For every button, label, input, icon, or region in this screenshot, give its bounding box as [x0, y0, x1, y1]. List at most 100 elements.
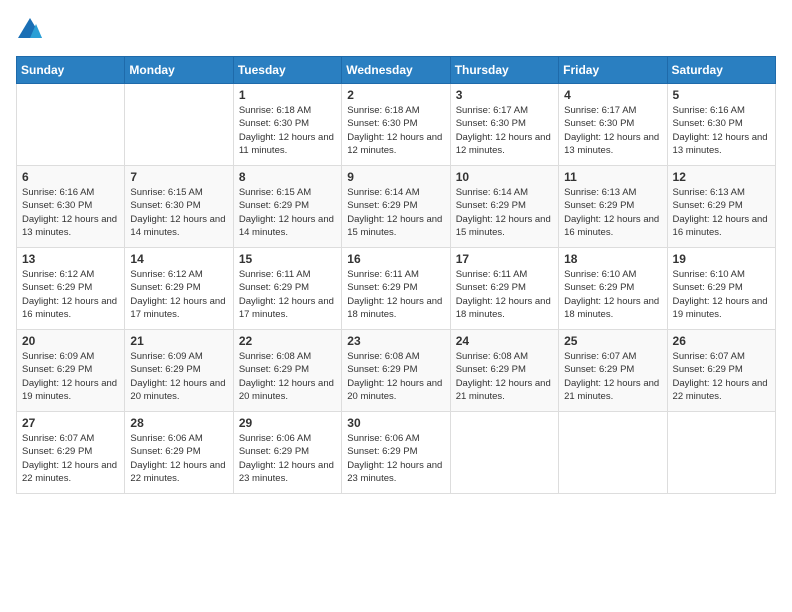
day-info: Sunrise: 6:06 AM Sunset: 6:29 PM Dayligh… — [347, 432, 444, 485]
day-number: 28 — [130, 416, 227, 430]
day-info: Sunrise: 6:07 AM Sunset: 6:29 PM Dayligh… — [22, 432, 119, 485]
day-number: 18 — [564, 252, 661, 266]
logo-icon — [16, 16, 44, 44]
calendar-week-5: 27 Sunrise: 6:07 AM Sunset: 6:29 PM Dayli… — [17, 412, 776, 494]
calendar-cell: 19Sunrise: 6:10 AM Sunset: 6:29 PM Dayli… — [667, 248, 775, 330]
calendar-cell: 4Sunrise: 6:17 AM Sunset: 6:30 PM Daylig… — [559, 84, 667, 166]
calendar-cell: 21 Sunrise: 6:09 AM Sunset: 6:29 PM Dayli… — [125, 330, 233, 412]
day-info: Sunrise: 6:18 AM Sunset: 6:30 PM Dayligh… — [347, 104, 444, 157]
day-number: 3 — [456, 88, 553, 102]
calendar-cell: 2 Sunrise: 6:18 AM Sunset: 6:30 PM Daylig… — [342, 84, 450, 166]
day-number: 11 — [564, 170, 661, 184]
calendar-cell — [125, 84, 233, 166]
day-number: 17 — [456, 252, 553, 266]
column-header-tuesday: Tuesday — [233, 57, 341, 84]
day-number: 6 — [22, 170, 119, 184]
day-info: Sunrise: 6:14 AM Sunset: 6:29 PM Dayligh… — [347, 186, 444, 239]
calendar-cell: 23 Sunrise: 6:08 AM Sunset: 6:29 PM Dayli… — [342, 330, 450, 412]
day-info: Sunrise: 6:11 AM Sunset: 6:29 PM Dayligh… — [239, 268, 336, 321]
day-number: 23 — [347, 334, 444, 348]
day-info: Sunrise: 6:15 AM Sunset: 6:30 PM Dayligh… — [130, 186, 227, 239]
day-number: 10 — [456, 170, 553, 184]
column-header-monday: Monday — [125, 57, 233, 84]
calendar-cell: 3 Sunrise: 6:17 AM Sunset: 6:30 PM Daylig… — [450, 84, 558, 166]
day-info: Sunrise: 6:18 AM Sunset: 6:30 PM Dayligh… — [239, 104, 336, 157]
day-number: 7 — [130, 170, 227, 184]
day-number: 12 — [673, 170, 770, 184]
day-number: 15 — [239, 252, 336, 266]
day-info: Sunrise: 6:07 AM Sunset: 6:29 PM Dayligh… — [673, 350, 770, 403]
page-header — [16, 16, 776, 44]
day-number: 16 — [347, 252, 444, 266]
day-number: 8 — [239, 170, 336, 184]
calendar-cell: 20 Sunrise: 6:09 AM Sunset: 6:29 PM Dayli… — [17, 330, 125, 412]
calendar-cell: 17 Sunrise: 6:11 AM Sunset: 6:29 PM Dayli… — [450, 248, 558, 330]
day-info: Sunrise: 6:11 AM Sunset: 6:29 PM Dayligh… — [347, 268, 444, 321]
calendar-cell — [450, 412, 558, 494]
day-info: Sunrise: 6:13 AM Sunset: 6:29 PM Dayligh… — [673, 186, 770, 239]
calendar-cell: 7 Sunrise: 6:15 AM Sunset: 6:30 PM Daylig… — [125, 166, 233, 248]
column-header-sunday: Sunday — [17, 57, 125, 84]
calendar-cell: 28Sunrise: 6:06 AM Sunset: 6:29 PM Dayli… — [125, 412, 233, 494]
day-info: Sunrise: 6:07 AM Sunset: 6:29 PM Dayligh… — [564, 350, 661, 403]
day-info: Sunrise: 6:17 AM Sunset: 6:30 PM Dayligh… — [564, 104, 661, 157]
day-number: 30 — [347, 416, 444, 430]
day-info: Sunrise: 6:16 AM Sunset: 6:30 PM Dayligh… — [673, 104, 770, 157]
calendar-cell: 27 Sunrise: 6:07 AM Sunset: 6:29 PM Dayli… — [17, 412, 125, 494]
day-number: 24 — [456, 334, 553, 348]
day-number: 14 — [130, 252, 227, 266]
calendar-week-4: 20 Sunrise: 6:09 AM Sunset: 6:29 PM Dayli… — [17, 330, 776, 412]
column-header-friday: Friday — [559, 57, 667, 84]
day-info: Sunrise: 6:15 AM Sunset: 6:29 PM Dayligh… — [239, 186, 336, 239]
logo — [16, 16, 48, 44]
day-info: Sunrise: 6:12 AM Sunset: 6:29 PM Dayligh… — [130, 268, 227, 321]
calendar-cell: 26 Sunrise: 6:07 AM Sunset: 6:29 PM Dayli… — [667, 330, 775, 412]
calendar-cell: 5Sunrise: 6:16 AM Sunset: 6:30 PM Daylig… — [667, 84, 775, 166]
day-number: 27 — [22, 416, 119, 430]
calendar-cell — [17, 84, 125, 166]
calendar-cell: 13 Sunrise: 6:12 AM Sunset: 6:29 PM Dayli… — [17, 248, 125, 330]
day-number: 9 — [347, 170, 444, 184]
calendar-cell: 10 Sunrise: 6:14 AM Sunset: 6:29 PM Dayli… — [450, 166, 558, 248]
day-info: Sunrise: 6:09 AM Sunset: 6:29 PM Dayligh… — [22, 350, 119, 403]
calendar-header-row: SundayMondayTuesdayWednesdayThursdayFrid… — [17, 57, 776, 84]
calendar-table: SundayMondayTuesdayWednesdayThursdayFrid… — [16, 56, 776, 494]
day-number: 2 — [347, 88, 444, 102]
day-info: Sunrise: 6:17 AM Sunset: 6:30 PM Dayligh… — [456, 104, 553, 157]
calendar-cell — [559, 412, 667, 494]
column-header-wednesday: Wednesday — [342, 57, 450, 84]
calendar-cell: 6 Sunrise: 6:16 AM Sunset: 6:30 PM Daylig… — [17, 166, 125, 248]
calendar-cell: 25 Sunrise: 6:07 AM Sunset: 6:29 PM Dayli… — [559, 330, 667, 412]
day-number: 29 — [239, 416, 336, 430]
calendar-cell: 18 Sunrise: 6:10 AM Sunset: 6:29 PM Dayli… — [559, 248, 667, 330]
day-info: Sunrise: 6:08 AM Sunset: 6:29 PM Dayligh… — [456, 350, 553, 403]
day-number: 1 — [239, 88, 336, 102]
calendar-cell — [667, 412, 775, 494]
day-info: Sunrise: 6:10 AM Sunset: 6:29 PM Dayligh… — [564, 268, 661, 321]
day-number: 25 — [564, 334, 661, 348]
day-info: Sunrise: 6:09 AM Sunset: 6:29 PM Dayligh… — [130, 350, 227, 403]
day-info: Sunrise: 6:12 AM Sunset: 6:29 PM Dayligh… — [22, 268, 119, 321]
calendar-cell: 12 Sunrise: 6:13 AM Sunset: 6:29 PM Dayli… — [667, 166, 775, 248]
day-number: 20 — [22, 334, 119, 348]
calendar-cell: 15 Sunrise: 6:11 AM Sunset: 6:29 PM Dayli… — [233, 248, 341, 330]
calendar-week-2: 6 Sunrise: 6:16 AM Sunset: 6:30 PM Daylig… — [17, 166, 776, 248]
calendar-week-1: 1 Sunrise: 6:18 AM Sunset: 6:30 PM Daylig… — [17, 84, 776, 166]
calendar-cell: 16 Sunrise: 6:11 AM Sunset: 6:29 PM Dayli… — [342, 248, 450, 330]
day-info: Sunrise: 6:11 AM Sunset: 6:29 PM Dayligh… — [456, 268, 553, 321]
calendar-cell: 9 Sunrise: 6:14 AM Sunset: 6:29 PM Daylig… — [342, 166, 450, 248]
day-info: Sunrise: 6:16 AM Sunset: 6:30 PM Dayligh… — [22, 186, 119, 239]
day-number: 13 — [22, 252, 119, 266]
calendar-cell: 24 Sunrise: 6:08 AM Sunset: 6:29 PM Dayli… — [450, 330, 558, 412]
day-info: Sunrise: 6:14 AM Sunset: 6:29 PM Dayligh… — [456, 186, 553, 239]
day-number: 22 — [239, 334, 336, 348]
calendar-cell: 22Sunrise: 6:08 AM Sunset: 6:29 PM Dayli… — [233, 330, 341, 412]
calendar-cell: 30 Sunrise: 6:06 AM Sunset: 6:29 PM Dayli… — [342, 412, 450, 494]
day-info: Sunrise: 6:08 AM Sunset: 6:29 PM Dayligh… — [347, 350, 444, 403]
calendar-cell: 8 Sunrise: 6:15 AM Sunset: 6:29 PM Daylig… — [233, 166, 341, 248]
day-number: 26 — [673, 334, 770, 348]
column-header-saturday: Saturday — [667, 57, 775, 84]
calendar-cell: 11Sunrise: 6:13 AM Sunset: 6:29 PM Dayli… — [559, 166, 667, 248]
day-number: 21 — [130, 334, 227, 348]
calendar-cell: 1 Sunrise: 6:18 AM Sunset: 6:30 PM Daylig… — [233, 84, 341, 166]
